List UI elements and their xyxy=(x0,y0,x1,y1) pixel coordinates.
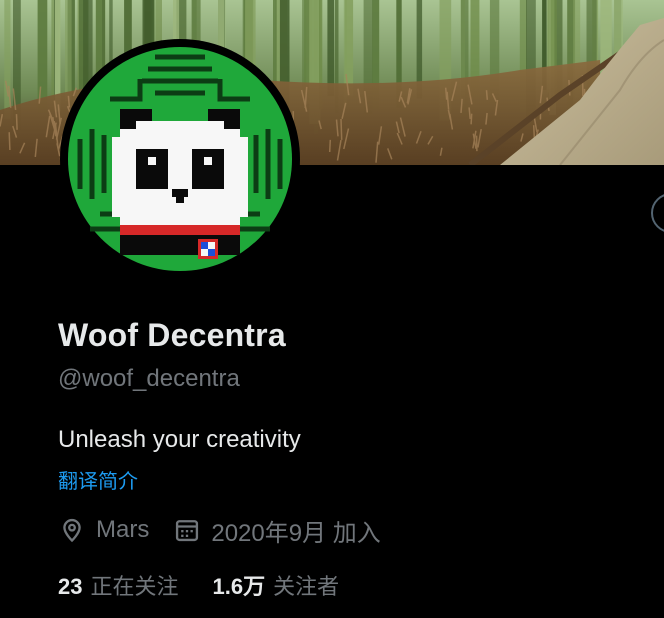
user-handle: @woof_decentra xyxy=(58,365,240,392)
map-pin-icon xyxy=(58,516,86,544)
display-name: Woof Decentra xyxy=(58,317,286,353)
panda-head xyxy=(112,121,248,225)
followers-link[interactable]: 1.6万 关注者 xyxy=(213,569,340,601)
panda-collar xyxy=(120,225,240,235)
profile-avatar[interactable] xyxy=(60,39,300,279)
panda-body xyxy=(120,235,240,255)
translate-bio-link[interactable]: 翻译简介 xyxy=(58,465,138,494)
panda-left-eye xyxy=(148,157,156,165)
panda-right-eye xyxy=(204,157,212,165)
profile-bio: Unleash your creativity xyxy=(58,426,301,453)
calendar-icon xyxy=(173,516,201,544)
follow-stats: 23 正在关注 1.6万 关注者 xyxy=(58,568,339,602)
more-options-button[interactable] xyxy=(651,193,664,233)
following-label: 正在关注 xyxy=(90,574,179,599)
location-text: Mars xyxy=(96,516,150,543)
following-count: 23 xyxy=(58,574,83,599)
panda-right-eye-patch xyxy=(192,149,224,189)
collar-badge xyxy=(198,239,218,259)
profile-meta: Mars 2020年9月 加入 xyxy=(58,513,381,547)
joined-date-text: 2020年9月 加入 xyxy=(211,519,381,547)
followers-count: 1.6万 xyxy=(212,574,266,599)
panda-nose xyxy=(172,189,188,197)
followers-label: 关注者 xyxy=(273,574,340,599)
following-link[interactable]: 23 正在关注 xyxy=(58,569,179,601)
panda-left-eye-patch xyxy=(136,149,168,189)
location-item: Mars xyxy=(58,516,149,544)
joined-item: 2020年9月 加入 xyxy=(173,513,381,548)
